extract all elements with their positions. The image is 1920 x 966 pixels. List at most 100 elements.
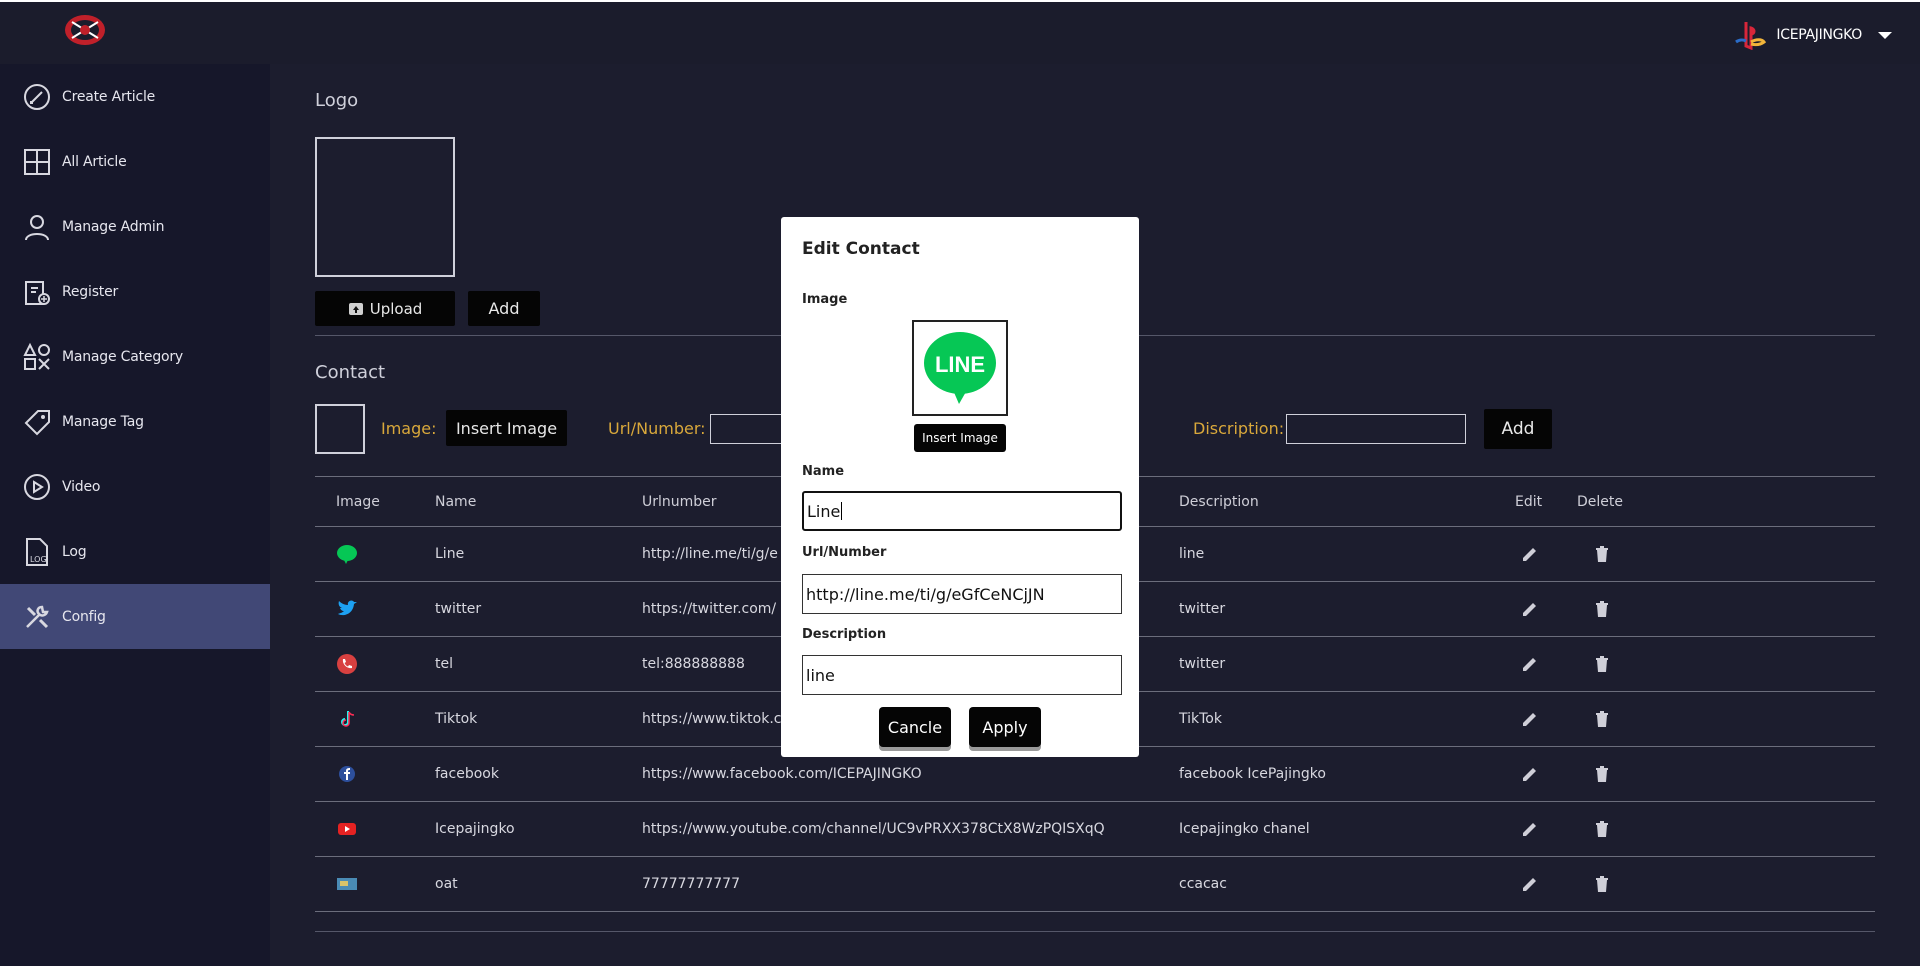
facebook-icon <box>339 766 355 782</box>
grid-icon <box>24 148 50 175</box>
user-menu[interactable]: ICEPAJINGKO <box>1734 20 1892 50</box>
sidebar-item-config[interactable]: Config <box>0 584 270 649</box>
cancel-button[interactable]: Cancle <box>879 707 951 747</box>
modal-description-input[interactable]: line <box>802 655 1122 695</box>
row-url: http://line.me/ti/g/e <box>642 546 778 562</box>
row-description: twitter <box>1179 601 1226 617</box>
sidebar-item-register[interactable]: Register <box>0 259 270 324</box>
svg-text:LOG: LOG <box>30 555 47 564</box>
modal-description-label: Description <box>802 627 887 642</box>
logo-section-title: Logo <box>315 90 359 111</box>
upload-label: Upload <box>369 299 423 318</box>
trash-icon[interactable] <box>1592 599 1612 619</box>
top-bar: ICEPAJINGKO <box>0 0 1920 64</box>
modal-description-value: line <box>806 665 835 685</box>
edit-icon[interactable] <box>1520 599 1540 619</box>
sidebar-item-manage-admin[interactable]: Manage Admin <box>0 194 270 259</box>
bottom-divider <box>315 931 1875 932</box>
row-url: 77777777777 <box>642 876 740 892</box>
sidebar-item-label: Config <box>62 608 106 625</box>
modal-image-label: Image <box>802 292 848 307</box>
row-name: twitter <box>435 601 482 617</box>
sidebar-item-label: Video <box>62 478 101 495</box>
twitter-icon <box>338 600 357 616</box>
edit-icon[interactable] <box>1520 709 1540 729</box>
line-logo: LINE <box>924 332 996 404</box>
person-icon <box>25 214 49 240</box>
row-description: line <box>1179 546 1205 562</box>
sidebar-item-label: Create Article <box>62 88 156 105</box>
row-description: Icepajingko chanel <box>1179 821 1310 837</box>
row-url: https://www.facebook.com/ICEPAJINGKO <box>642 766 922 782</box>
column-header-description: Description <box>1179 493 1259 510</box>
row-url: tel:888888888 <box>642 656 745 672</box>
tiktok-icon <box>341 711 355 727</box>
line-icon <box>337 545 357 564</box>
playstation-icon <box>1735 22 1767 50</box>
pencil-circle-icon <box>24 83 50 110</box>
trash-icon[interactable] <box>1592 654 1612 674</box>
sidebar-item-video[interactable]: Video <box>0 454 270 519</box>
sidebar: Create Article All Article Manage Admin … <box>0 64 270 966</box>
modal-url-label: Url/Number <box>802 545 887 560</box>
sidebar-item-label: Manage Tag <box>62 413 144 430</box>
sidebar-item-label: All Article <box>62 153 127 170</box>
clipboard-add-icon <box>25 280 50 305</box>
modal-title: Edit Contact <box>802 239 920 259</box>
column-header-image: Image <box>336 493 380 510</box>
sidebar-item-label: Log <box>62 543 87 560</box>
row-url: https://twitter.com/ <box>642 601 777 617</box>
logo-add-button[interactable]: Add <box>468 291 540 326</box>
edit-icon[interactable] <box>1520 544 1540 564</box>
trash-icon[interactable] <box>1592 544 1612 564</box>
sidebar-item-manage-tag[interactable]: Manage Tag <box>0 389 270 454</box>
sidebar-item-log[interactable]: LOG Log <box>0 519 270 584</box>
sidebar-item-create-article[interactable]: Create Article <box>0 64 270 129</box>
sidebar-item-manage-category[interactable]: Manage Category <box>0 324 270 389</box>
tools-icon <box>26 605 49 628</box>
contact-description-label: Discription: <box>1193 419 1285 438</box>
username: ICEPAJINGKO <box>1776 27 1862 43</box>
text-cursor <box>841 502 843 520</box>
trash-icon[interactable] <box>1592 819 1612 839</box>
contact-description-input[interactable] <box>1286 414 1466 444</box>
contact-image-preview <box>315 404 365 454</box>
phone-icon <box>337 654 357 674</box>
site-logo[interactable] <box>62 12 108 48</box>
trash-icon[interactable] <box>1592 764 1612 784</box>
row-description: ccacac <box>1179 876 1227 892</box>
chevron-down-icon[interactable] <box>1878 31 1892 39</box>
upload-button[interactable]: Upload <box>315 291 455 326</box>
contact-image-label: Image: <box>381 419 437 438</box>
row-name: facebook <box>435 766 499 782</box>
logo-preview <box>315 137 455 277</box>
edit-icon[interactable] <box>1520 764 1540 784</box>
table-row: oat 77777777777 ccacac <box>315 857 1875 912</box>
row-description: facebook IcePajingko <box>1179 766 1326 782</box>
modal-insert-image-button[interactable]: Insert Image <box>914 424 1006 452</box>
row-name: oat <box>435 876 458 892</box>
contact-url-label: Url/Number: <box>608 419 706 438</box>
tag-icon <box>24 409 50 435</box>
trash-icon[interactable] <box>1592 874 1612 894</box>
column-header-delete: Delete <box>1577 493 1623 510</box>
edit-icon[interactable] <box>1520 654 1540 674</box>
play-circle-icon <box>24 473 50 500</box>
apply-button[interactable]: Apply <box>969 707 1041 747</box>
row-name: Tiktok <box>435 711 478 727</box>
edit-icon[interactable] <box>1520 874 1540 894</box>
row-name: tel <box>435 656 453 672</box>
sidebar-item-label: Manage Admin <box>62 218 165 235</box>
modal-url-input[interactable]: http://line.me/ti/g/eGfCeNCjJN <box>802 574 1122 614</box>
line-logo-text: LINE <box>935 352 985 377</box>
trash-icon[interactable] <box>1592 709 1612 729</box>
column-header-url: Urlnumber <box>642 493 717 510</box>
modal-name-input[interactable]: Line <box>802 491 1122 531</box>
sidebar-item-all-article[interactable]: All Article <box>0 129 270 194</box>
row-description: TikTok <box>1179 711 1222 727</box>
row-description: twitter <box>1179 656 1226 672</box>
contact-add-button[interactable]: Add <box>1484 409 1552 449</box>
edit-contact-modal: Edit Contact Image LINE Insert Image Nam… <box>781 217 1139 757</box>
contact-insert-image-button[interactable]: Insert Image <box>446 410 567 446</box>
edit-icon[interactable] <box>1520 819 1540 839</box>
